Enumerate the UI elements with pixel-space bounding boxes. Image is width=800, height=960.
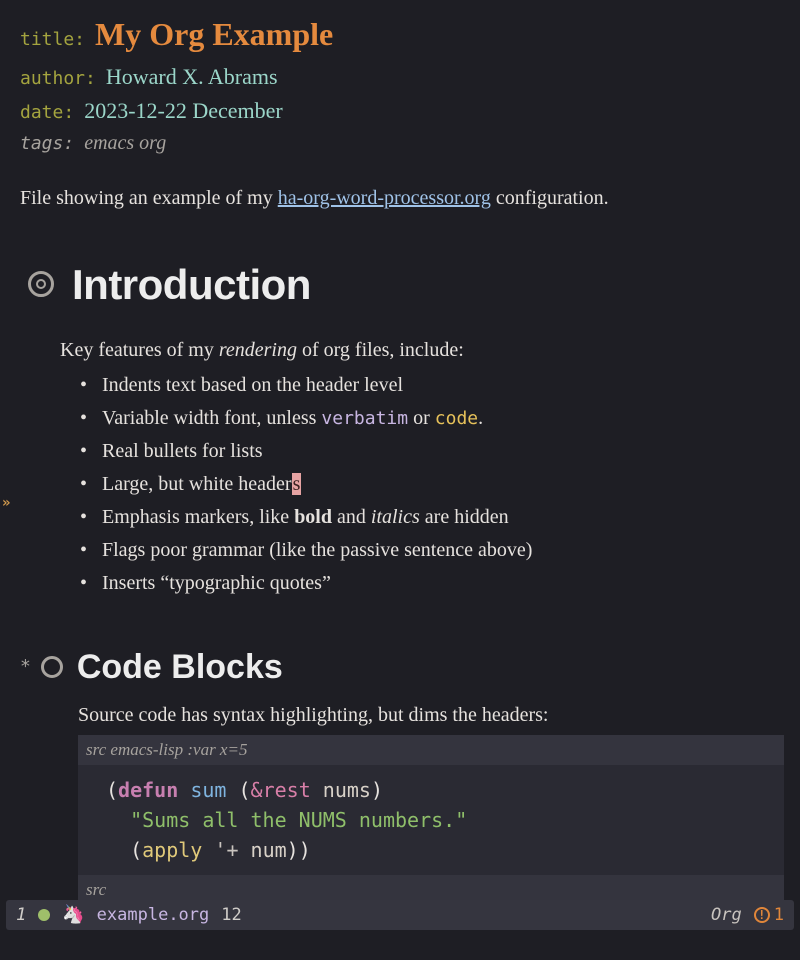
meta-tags-row: tags: emacs org	[20, 128, 784, 159]
echo-area	[0, 932, 800, 960]
list-item: Inserts “typographic quotes”	[80, 568, 784, 599]
list-item: Variable width font, unless verbatim or …	[80, 403, 784, 434]
list-item: Indents text based on the header level	[80, 370, 784, 401]
mode-line[interactable]: 1 🦄 example.org 12 Org ! 1	[6, 900, 794, 930]
heading-code-blocks: Code Blocks	[77, 641, 283, 694]
meta-key-tags: tags:	[20, 130, 74, 158]
meta-title-row: title: My Org Example	[20, 10, 784, 60]
code-text: code	[435, 408, 478, 429]
source-description: Source code has syntax highlighting, but…	[78, 700, 784, 731]
meta-key-author: author:	[20, 65, 96, 93]
intro-text-before: File showing an example of my	[20, 187, 278, 209]
heading-bullet-icon	[41, 656, 63, 678]
buffer-name[interactable]: example.org	[97, 902, 210, 928]
intro-body: Key features of my rendering of org file…	[60, 335, 784, 599]
lead-em: rendering	[219, 339, 297, 361]
editor-buffer[interactable]: title: My Org Example author: Howard X. …	[0, 0, 800, 900]
heading-code-blocks-row: * Code Blocks	[20, 641, 784, 694]
code-block[interactable]: (defun sum (&rest nums) "Sums all the NU…	[78, 765, 784, 875]
document-author: Howard X. Abrams	[106, 60, 278, 94]
list-item: Emphasis markers, like bold and italics …	[80, 502, 784, 533]
list-item: Flags poor grammar (like the passive sen…	[80, 535, 784, 566]
heading-bullet-icon	[28, 271, 54, 297]
source-begin-line: src emacs-lisp :var x=5	[78, 735, 784, 765]
feature-list: Indents text based on the header level V…	[80, 370, 784, 599]
verbatim-text: verbatim	[321, 408, 408, 429]
window-number: 1	[16, 902, 26, 928]
modified-indicator-icon	[38, 909, 50, 921]
document-date: 2023-12-22 December	[84, 94, 283, 128]
warning-icon: !	[754, 907, 770, 923]
meta-date-row: date: 2023-12-22 December	[20, 94, 784, 128]
meta-author-row: author: Howard X. Abrams	[20, 60, 784, 94]
list-item: Real bullets for lists	[80, 436, 784, 467]
lead-b: of org files, include:	[297, 339, 464, 361]
text-cursor: s	[292, 473, 302, 495]
major-mode[interactable]: Org	[711, 902, 742, 928]
meta-key-title: title:	[20, 26, 85, 54]
line-number: 12	[221, 902, 241, 928]
document-tags: emacs org	[84, 128, 166, 159]
config-link[interactable]: ha-org-word-processor.org	[278, 187, 491, 209]
org-star-icon: *	[20, 653, 31, 681]
heading-introduction-row: Introduction	[28, 252, 784, 317]
heading-introduction: Introduction	[72, 252, 311, 317]
intro-text-after: configuration.	[491, 187, 609, 209]
source-block: Source code has syntax highlighting, but…	[78, 700, 784, 906]
lead-a: Key features of my	[60, 339, 219, 361]
intro-paragraph: File showing an example of my ha-org-wor…	[20, 183, 784, 214]
list-item: Large, but white headers	[80, 469, 784, 500]
italic-sample: italics	[371, 506, 420, 528]
flycheck-warning[interactable]: ! 1	[754, 902, 784, 928]
fringe-indicator-icon: »	[2, 493, 10, 515]
warning-count: 1	[774, 902, 784, 928]
evil-state-icon: 🦄	[62, 901, 84, 929]
document-title: My Org Example	[95, 10, 333, 60]
meta-key-date: date:	[20, 99, 74, 127]
bold-sample: bold	[294, 506, 332, 528]
